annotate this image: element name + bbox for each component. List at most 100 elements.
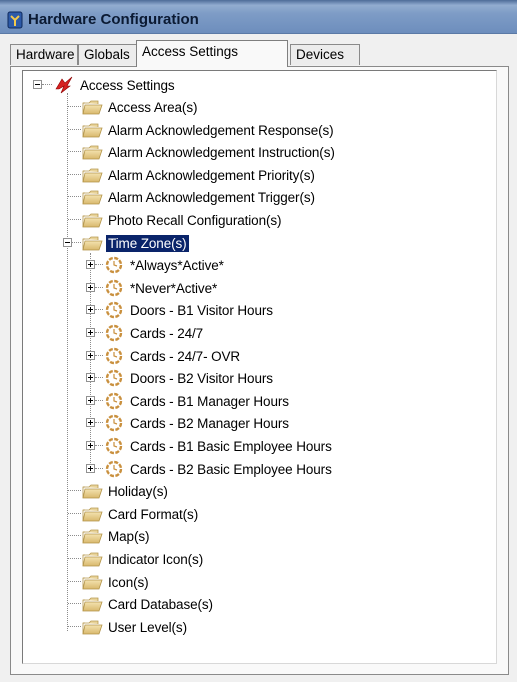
folder-icon: [82, 168, 103, 183]
tab-access-settings[interactable]: Access Settings: [136, 40, 288, 67]
tree-node-time-zone[interactable]: *Always*Active*: [103, 255, 226, 275]
tree-node-label: Cards - B1 Manager Hours: [130, 393, 289, 409]
tree-node-label: Cards - 24/7: [130, 325, 204, 341]
tree-node-label: Cards - B1 Basic Employee Hours: [130, 438, 332, 454]
tree-connector: [95, 309, 103, 310]
tree-node-label: Alarm Acknowledgement Response(s): [108, 122, 334, 138]
folder-icon: [82, 100, 103, 115]
expand-toggle[interactable]: [86, 396, 95, 405]
expand-toggle[interactable]: [86, 328, 95, 337]
folder-icon: [82, 123, 103, 138]
clock-icon: [105, 256, 123, 274]
tree-connector: [68, 535, 81, 536]
tree-node-label: User Level(s): [108, 619, 187, 635]
tree-node-access-settings[interactable]: Access Settings: [53, 75, 177, 95]
expand-toggle[interactable]: [86, 283, 95, 292]
collapse-toggle[interactable]: [63, 238, 72, 247]
tree-connector: [95, 400, 103, 401]
expand-toggle[interactable]: [86, 260, 95, 269]
tree-node-folder[interactable]: Icon(s): [81, 572, 151, 592]
tree-node-folder[interactable]: Map(s): [81, 526, 151, 546]
clock-icon: [105, 279, 123, 297]
tree-connector: [68, 106, 81, 107]
tree-node-folder[interactable]: Card Database(s): [81, 594, 215, 614]
tab-devices[interactable]: Devices: [290, 44, 360, 65]
tree-node-time-zone[interactable]: Doors - B1 Visitor Hours: [103, 300, 275, 320]
clock-icon: [105, 301, 123, 319]
tree-node-label: Cards - 24/7- OVR: [130, 348, 241, 364]
tree-node-time-zone[interactable]: Cards - B2 Basic Employee Hours: [103, 459, 334, 479]
tree-node-time-zone[interactable]: *Never*Active*: [103, 278, 219, 298]
titlebar-top-strip: [0, 0, 517, 5]
tree-node-time-zone[interactable]: Cards - 24/7- OVR: [103, 346, 242, 366]
tree-node-label: Doors - B1 Visitor Hours: [130, 302, 273, 318]
tree-node-folder[interactable]: Alarm Acknowledgement Instruction(s): [81, 142, 337, 162]
tree-connector: [95, 355, 103, 356]
tree-node-label: Cards - B2 Manager Hours: [130, 415, 289, 431]
tree-node-label: *Always*Active*: [130, 257, 224, 273]
tree-connector: [68, 490, 81, 491]
tree-connector: [68, 513, 81, 514]
expand-toggle[interactable]: [86, 418, 95, 427]
tree-node-folder[interactable]: User Level(s): [81, 617, 189, 637]
tree-node-time-zone[interactable]: Cards - B1 Basic Employee Hours: [103, 436, 334, 456]
access-settings-tree[interactable]: Access Settings Access Area(s) Alarm Ackn…: [22, 70, 497, 664]
tab-hardware[interactable]: Hardware: [10, 44, 78, 65]
tree-node-label: Doors - B2 Visitor Hours: [130, 370, 273, 386]
tree-node-label: Time Zone(s): [106, 234, 189, 252]
tree-node-time-zone[interactable]: Cards - B1 Manager Hours: [103, 391, 291, 411]
tree-node-label: Map(s): [108, 528, 150, 544]
tree-connector: [72, 242, 81, 243]
tab-label: Access Settings: [142, 44, 239, 59]
window-titlebar[interactable]: Hardware Configuration: [0, 0, 517, 34]
expand-toggle[interactable]: [86, 464, 95, 473]
tree-node-folder[interactable]: Photo Recall Configuration(s): [81, 210, 283, 230]
tree-connector: [68, 174, 81, 175]
tree-node-label: Indicator Icon(s): [108, 551, 204, 567]
folder-icon: [82, 552, 103, 567]
collapse-toggle[interactable]: [33, 80, 42, 89]
folder-icon: [82, 507, 103, 522]
tab-label: Globals: [84, 47, 130, 62]
tree-node-label: Photo Recall Configuration(s): [108, 212, 282, 228]
tab-globals[interactable]: Globals: [78, 44, 138, 65]
tree-node-folder[interactable]: Alarm Acknowledgement Trigger(s): [81, 187, 317, 207]
tree-node-time-zone[interactable]: Doors - B2 Visitor Hours: [103, 368, 275, 388]
tree-node-folder[interactable]: Alarm Acknowledgement Response(s): [81, 120, 336, 140]
folder-icon: [82, 190, 103, 205]
clock-icon: [105, 369, 123, 387]
expand-toggle[interactable]: [86, 305, 95, 314]
folder-icon: [82, 213, 103, 228]
tree-node-label: *Never*Active*: [130, 280, 218, 296]
folder-icon: [82, 529, 103, 544]
tree-node-folder[interactable]: Access Area(s): [81, 97, 199, 117]
tree-connector: [68, 151, 81, 152]
tree-connector: [68, 196, 81, 197]
expand-toggle[interactable]: [86, 373, 95, 382]
tree-node-label: Alarm Acknowledgement Instruction(s): [108, 144, 335, 160]
folder-icon: [82, 484, 103, 499]
tree-connector: [95, 287, 103, 288]
tree-node-folder[interactable]: Indicator Icon(s): [81, 549, 205, 569]
tree-node-time-zones[interactable]: Time Zone(s): [81, 233, 189, 253]
tree-node-time-zone[interactable]: Cards - 24/7: [103, 323, 205, 343]
folder-icon: [82, 575, 103, 590]
tree-connector: [42, 84, 52, 85]
tree-node-label: Access Area(s): [108, 99, 198, 115]
tree-connector: [95, 445, 103, 446]
tree-node-time-zone[interactable]: Cards - B2 Manager Hours: [103, 413, 291, 433]
tree-node-folder[interactable]: Holiday(s): [81, 481, 170, 501]
tree-connector: [68, 219, 81, 220]
expand-toggle[interactable]: [86, 351, 95, 360]
folder-icon: [82, 597, 103, 612]
tree-node-label: Alarm Acknowledgement Trigger(s): [108, 189, 315, 205]
folder-icon: [82, 145, 103, 160]
tree-connector: [95, 332, 103, 333]
expand-toggle[interactable]: [86, 441, 95, 450]
hardware-config-icon: [7, 11, 23, 29]
tree-node-folder[interactable]: Card Format(s): [81, 504, 200, 524]
tree-connector: [68, 129, 81, 130]
clock-icon: [105, 324, 123, 342]
clock-icon: [105, 347, 123, 365]
tree-node-folder[interactable]: Alarm Acknowledgement Priority(s): [81, 165, 317, 185]
